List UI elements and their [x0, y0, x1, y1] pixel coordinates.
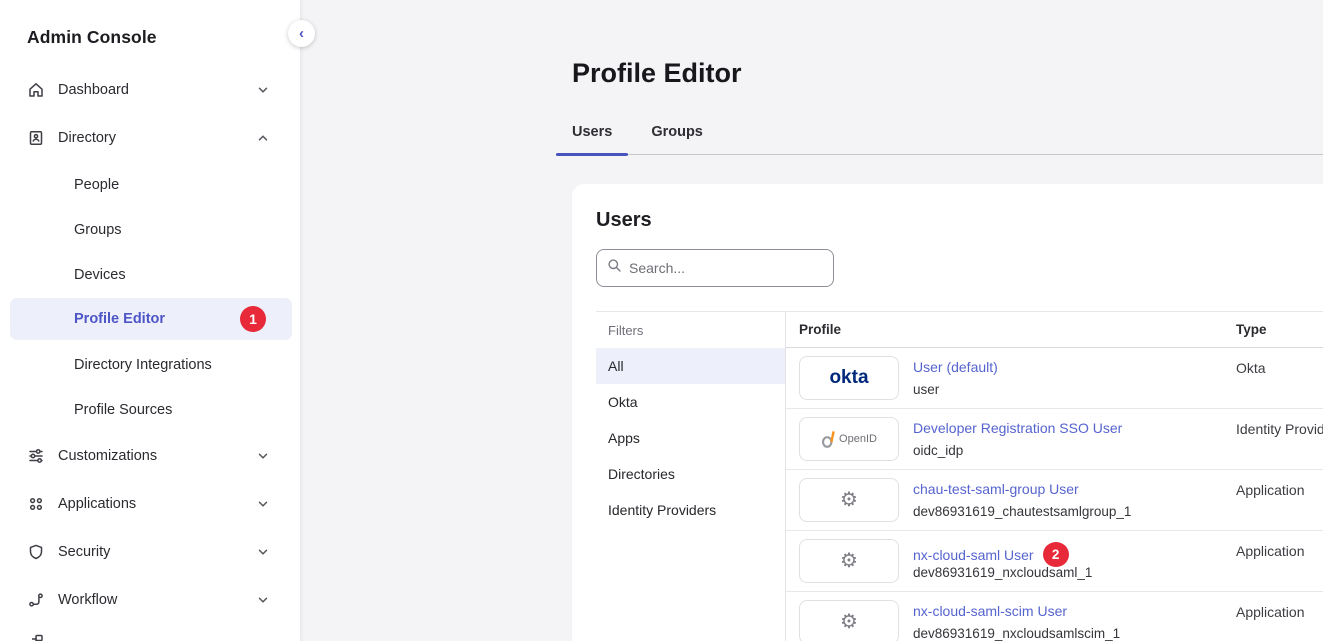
openid-logo: OpenID — [799, 417, 899, 461]
profile-link[interactable]: Developer Registration SSO User — [913, 420, 1122, 436]
filter-all[interactable]: All — [596, 348, 785, 384]
profile-type: Application — [1236, 482, 1305, 498]
page-title: Profile Editor — [572, 58, 1323, 89]
annotation-badge-2: 2 — [1043, 542, 1069, 567]
sidebar-collapse-button[interactable]: ‹ — [288, 20, 315, 47]
sidebar-item-dashboard[interactable]: Dashboard — [0, 66, 300, 114]
gear-icon: ⚙ — [840, 490, 858, 510]
app-title: Admin Console — [0, 0, 300, 66]
app-logo-box: ⚙ — [799, 478, 899, 522]
profile-subtitle: dev86931619_nxcloudsaml_1 — [913, 565, 1092, 580]
main-content: Profile Editor Users Groups Users Filter… — [301, 0, 1323, 641]
chevron-down-icon — [256, 593, 270, 607]
profile-link[interactable]: nx-cloud-saml-scim User — [913, 603, 1067, 619]
chevron-down-icon — [256, 449, 270, 463]
sidebar-item-people[interactable]: People — [0, 162, 300, 207]
sidebar-item-label: Dashboard — [58, 82, 256, 98]
table-row: OpenID Developer Registration SSO User o… — [786, 409, 1323, 470]
filter-directories[interactable]: Directories — [596, 456, 785, 492]
search-icon — [607, 258, 622, 278]
sidebar-item-profile-sources[interactable]: Profile Sources — [0, 387, 300, 432]
gear-icon: ⚙ — [840, 551, 858, 571]
chevron-down-icon — [256, 497, 270, 511]
app-logo-box: ⚙ — [799, 539, 899, 583]
sidebar-item-applications[interactable]: Applications — [0, 480, 300, 528]
panel-heading: Users — [596, 209, 1323, 232]
search-box[interactable] — [596, 249, 834, 287]
sidebar-item-devices[interactable]: Devices — [0, 252, 300, 297]
profile-type: Identity Provider — [1236, 421, 1323, 437]
app-logo-box: ⚙ — [799, 600, 899, 641]
filter-okta[interactable]: Okta — [596, 384, 785, 420]
okta-logo: okta — [799, 356, 899, 400]
tab-bar: Users Groups — [556, 124, 1323, 155]
tab-groups[interactable]: Groups — [635, 124, 719, 154]
directory-icon — [27, 129, 45, 147]
sidebar-item-directory[interactable]: Directory — [0, 114, 300, 162]
profile-link[interactable]: nx-cloud-saml User 2 — [913, 542, 1069, 567]
chevron-down-icon — [256, 545, 270, 559]
column-header-profile: Profile — [799, 322, 841, 337]
sidebar-item-customizations[interactable]: Customizations — [0, 432, 300, 480]
sidebar-item-label: Applications — [58, 496, 256, 512]
table-row: ⚙ chau-test-saml-group User dev86931619_… — [786, 470, 1323, 531]
workflow-icon — [27, 591, 45, 609]
sidebar-item-groups[interactable]: Groups — [0, 207, 300, 252]
sidebar-item-label: Workflow — [58, 592, 256, 608]
shield-icon — [27, 543, 45, 561]
sliders-icon — [27, 447, 45, 465]
chevron-down-icon — [256, 83, 270, 97]
profile-type: Okta — [1236, 360, 1266, 376]
profile-subtitle: dev86931619_nxcloudsamlscim_1 — [913, 626, 1120, 641]
chevron-left-icon: ‹ — [299, 26, 304, 41]
profile-link[interactable]: chau-test-saml-group User — [913, 481, 1079, 497]
sidebar-item-profile-editor[interactable]: Profile Editor 1 — [10, 298, 292, 340]
profile-subtitle: oidc_idp — [913, 443, 963, 458]
apps-grid-icon — [27, 495, 45, 513]
table-row: ⚙ nx-cloud-saml-scim User dev86931619_nx… — [786, 592, 1323, 641]
filter-apps[interactable]: Apps — [596, 420, 785, 456]
home-icon — [27, 81, 45, 99]
sidebar-item-security[interactable]: Security — [0, 528, 300, 576]
column-header-type: Type — [1236, 322, 1267, 337]
table-row: okta User (default) user Okta — [786, 348, 1323, 409]
profiles-table: Profile Type okta User (default) user Ok… — [786, 312, 1323, 641]
sidebar-item-label: Profile Editor — [74, 311, 165, 327]
sidebar-item-directory-integrations[interactable]: Directory Integrations — [0, 342, 300, 387]
sidebar: Admin Console Dashboard Directory People… — [0, 0, 301, 641]
profile-subtitle: user — [913, 382, 939, 397]
table-row: ⚙ nx-cloud-saml User 2 dev86931619_nxclo… — [786, 531, 1323, 592]
table-header: Profile Type — [786, 312, 1323, 348]
profile-type: Application — [1236, 604, 1305, 620]
profile-link[interactable]: User (default) — [913, 359, 998, 375]
search-input[interactable] — [629, 260, 809, 276]
profile-type: Application — [1236, 543, 1305, 559]
chevron-up-icon — [256, 131, 270, 145]
reports-icon — [27, 633, 45, 641]
tab-users[interactable]: Users — [556, 124, 628, 154]
gear-icon: ⚙ — [840, 612, 858, 632]
sidebar-item-workflow[interactable]: Workflow — [0, 576, 300, 624]
filters-panel: Filters All Okta Apps Directories Identi… — [596, 312, 786, 641]
filter-identity-providers[interactable]: Identity Providers — [596, 492, 785, 528]
filters-label: Filters — [596, 312, 785, 348]
sidebar-item-label: Security — [58, 544, 256, 560]
profile-subtitle: dev86931619_chautestsamlgroup_1 — [913, 504, 1131, 519]
annotation-badge-1: 1 — [240, 306, 266, 332]
users-panel: Users Filters All Okta Apps Directories … — [572, 184, 1323, 641]
sidebar-item-label: Directory — [58, 130, 256, 146]
sidebar-item-label: Customizations — [58, 448, 256, 464]
openid-mark-icon — [821, 428, 836, 450]
